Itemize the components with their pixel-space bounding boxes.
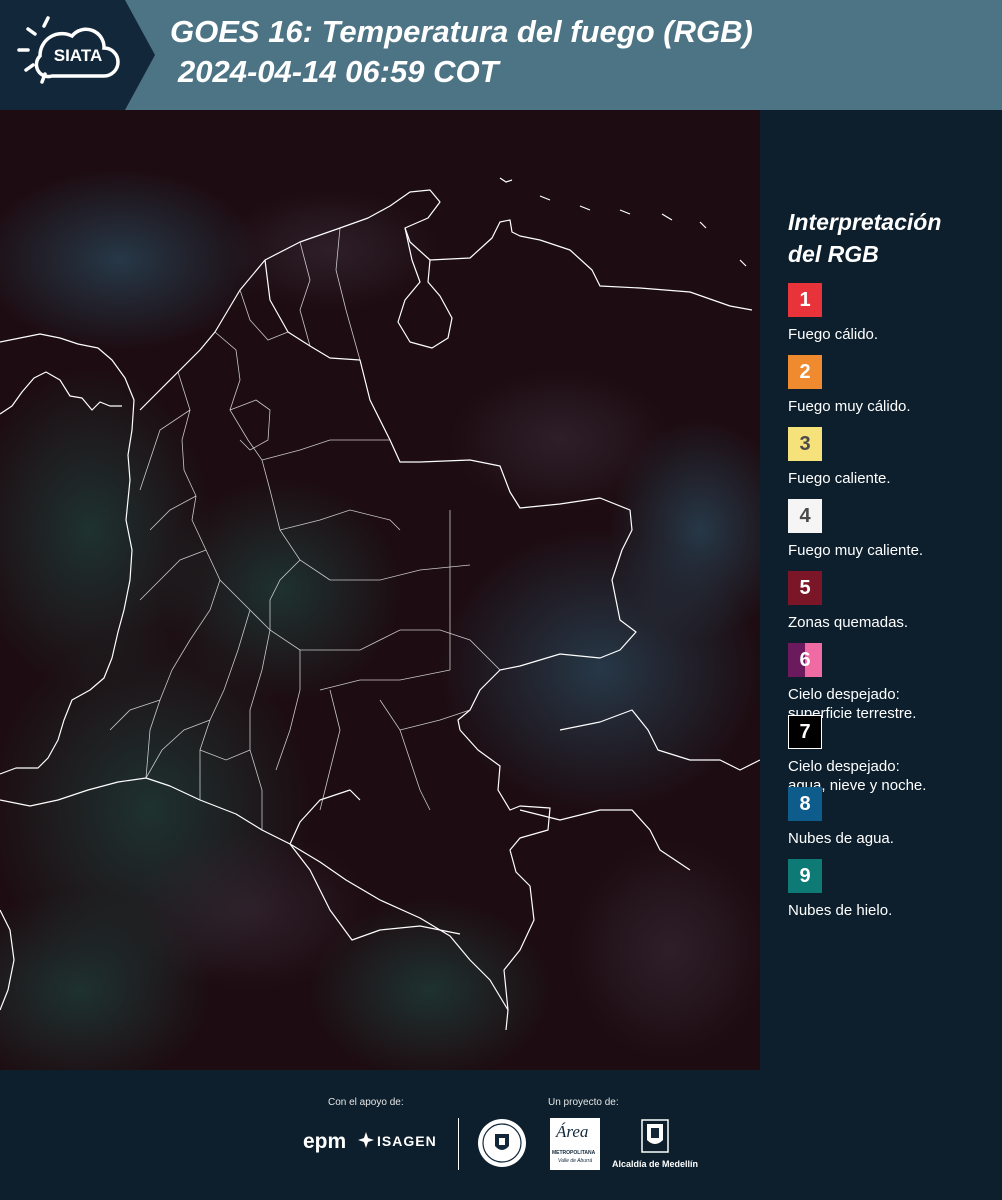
legend-swatch: 2 [788, 355, 822, 389]
legend-item: 8 Nubes de agua. [788, 787, 998, 848]
legend-swatch: 6 [788, 643, 822, 677]
legend-label: Fuego muy caliente. [788, 542, 924, 559]
legend-label: Nubes de hielo. [788, 902, 893, 919]
legend-swatch: 8 [788, 787, 822, 821]
legend-swatch: 5 [788, 571, 822, 605]
legend-swatch: 9 [788, 859, 822, 893]
timestamp: 2024-04-14 06:59 COT [178, 54, 499, 89]
legend-item: 2 Fuego muy cálido. [788, 355, 998, 416]
legend-label: Zonas quemadas. [788, 614, 909, 631]
epm-logo: epm [303, 1130, 347, 1153]
legend-label: Nubes de agua. [788, 830, 894, 847]
footer-divider [458, 1118, 459, 1170]
logo-text: SIATA [54, 46, 102, 65]
satellite-map [0, 110, 760, 1070]
legend-panel: Interpretación del RGB 1 Fuego cálido. 2 Fu… [770, 110, 1002, 1070]
project-label: Un proyecto de: [548, 1097, 619, 1108]
legend-item: 4 Fuego muy caliente. [788, 499, 998, 560]
header: SIATA GOES 16: Temperatura del fuego (RG… [0, 0, 1002, 110]
legend-item: 1 Fuego cálido. [788, 283, 998, 344]
legend-item: 6 Cielo despejado: superficie terrestre. [788, 643, 998, 723]
legend-swatch: 3 [788, 427, 822, 461]
legend-swatch: 1 [788, 283, 822, 317]
footer: Con el apoyo de: Un proyecto de: epm ISA… [0, 1070, 1002, 1200]
alcaldia-shield-icon [640, 1118, 670, 1154]
legend-item: 7 Cielo despejado: agua, nieve y noche. [788, 715, 998, 795]
siata-logo: SIATA [0, 0, 155, 110]
legend-swatch: 4 [788, 499, 822, 533]
legend-swatch: 7 [788, 715, 822, 749]
isagen-logo: ISAGEN [377, 1133, 437, 1149]
legend-item: 3 Fuego caliente. [788, 427, 998, 488]
legend-label: Fuego cálido. [788, 326, 879, 343]
legend-label: Fuego muy cálido. [788, 398, 911, 415]
support-label: Con el apoyo de: [328, 1097, 404, 1108]
legend-title: Interpretación del RGB [788, 209, 942, 267]
legend-item: 5 Zonas quemadas. [788, 571, 998, 632]
area-metropolitana-logo: Área METROPOLITANA Valle de Aburrá [550, 1118, 600, 1170]
legend-item: 9 Nubes de hielo. [788, 859, 998, 920]
legend-label: Fuego caliente. [788, 470, 891, 487]
page-title: GOES 16: Temperatura del fuego (RGB) [170, 14, 753, 49]
seal-logo [477, 1118, 527, 1168]
isagen-icon [358, 1132, 374, 1148]
alcaldia-logo-text: Alcaldía de Medellín [612, 1159, 699, 1169]
